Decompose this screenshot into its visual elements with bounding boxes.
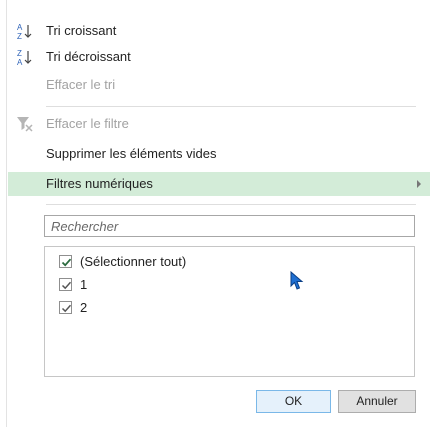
menu-item-clear-filter: Effacer le filtre [8, 112, 430, 136]
clear-sort-label: Effacer le tri [46, 77, 116, 92]
checkmark-icon [61, 258, 72, 267]
search-input[interactable] [45, 216, 414, 236]
menu-item-sort-descending[interactable]: Z A Tri décroissant [8, 45, 430, 69]
cancel-button[interactable]: Annuler [338, 390, 416, 413]
svg-text:Z: Z [17, 32, 22, 40]
mouse-pointer-icon [290, 270, 304, 294]
menu-item-clear-sort: Effacer le tri [8, 73, 430, 97]
svg-text:A: A [17, 23, 23, 32]
ok-button[interactable]: OK [256, 390, 331, 413]
sort-za-icon: Z A [16, 48, 34, 67]
chevron-right-icon [417, 180, 421, 188]
menu-left-border [6, 0, 7, 427]
sort-az-icon: A Z [16, 22, 34, 41]
numeric-filters-label: Filtres numériques [46, 176, 153, 191]
sort-descending-label: Tri décroissant [46, 49, 131, 64]
menu-item-numeric-filters[interactable]: Filtres numériques [8, 172, 430, 196]
checkbox-item[interactable] [59, 301, 72, 314]
svg-text:A: A [17, 58, 23, 66]
remove-empty-label: Supprimer les éléments vides [46, 146, 217, 161]
menu-item-sort-ascending[interactable]: A Z Tri croissant [8, 19, 430, 43]
sort-ascending-label: Tri croissant [46, 23, 117, 38]
list-item-label: 1 [80, 277, 88, 292]
value-list[interactable]: (Sélectionner tout) 1 2 [44, 246, 415, 377]
funnel-clear-icon [16, 115, 34, 133]
menu-item-remove-empty[interactable]: Supprimer les éléments vides [8, 142, 430, 166]
clear-filter-label: Effacer le filtre [46, 116, 129, 131]
checkmark-icon [61, 281, 72, 290]
menu-separator [46, 106, 416, 107]
checkmark-icon [61, 304, 72, 313]
list-item-label: 2 [80, 300, 88, 315]
checkbox-select-all[interactable] [59, 255, 72, 268]
checkbox-item[interactable] [59, 278, 72, 291]
menu-separator [46, 204, 416, 205]
select-all-label: (Sélectionner tout) [80, 254, 187, 269]
svg-text:Z: Z [17, 49, 22, 58]
search-box[interactable] [44, 215, 415, 237]
